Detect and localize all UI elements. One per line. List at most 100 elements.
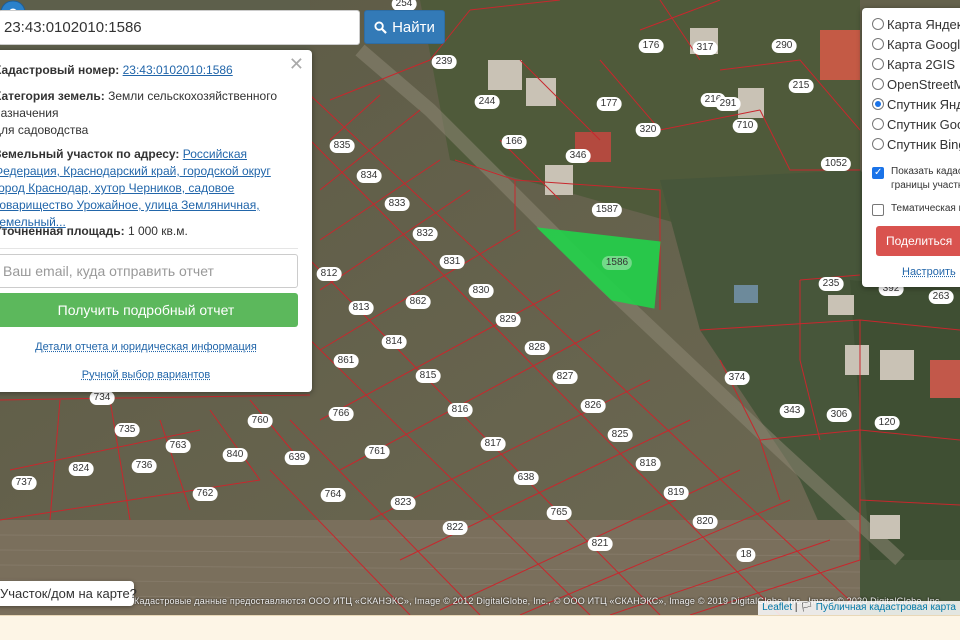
parcel-on-map-question[interactable]: Участок/дом на карте? (0, 581, 134, 606)
parcel-number-label[interactable]: 814 (382, 335, 407, 349)
parcel-number-label[interactable]: 821 (588, 537, 613, 551)
parcel-number-label[interactable]: 166 (502, 135, 527, 149)
parcel-number-label[interactable]: 830 (469, 284, 494, 298)
layer-option[interactable]: Спутник Bing (872, 135, 960, 153)
report-details-link[interactable]: Детали отчета и юридическая информация (0, 341, 298, 353)
area-label: Уточненная площадь: (0, 224, 125, 238)
parcel-number-label[interactable]: 1587 (592, 203, 622, 217)
parcel-number-label[interactable]: 828 (525, 341, 550, 355)
parcel-number-label[interactable]: 765 (547, 506, 572, 520)
layer-radio[interactable] (872, 118, 884, 130)
parcel-number-label[interactable]: 710 (733, 119, 758, 133)
parcel-number-label[interactable]: 832 (413, 227, 438, 241)
parcel-number-label[interactable]: 825 (608, 428, 633, 442)
parcel-number-label[interactable]: 762 (193, 487, 218, 501)
parcel-number-label[interactable]: 343 (780, 404, 805, 418)
search-button[interactable]: Найти (364, 10, 445, 44)
layer-option[interactable]: OpenStreetMap (872, 75, 960, 93)
parcel-number-label[interactable]: 831 (440, 255, 465, 269)
manual-selection-link[interactable]: Ручной выбор вариантов (0, 369, 298, 381)
parcel-number-label[interactable]: 813 (349, 301, 374, 315)
layer-option[interactable]: Карта Google (872, 35, 960, 53)
parcel-info-popup: ✕ Кадастровый номер: 23:43:0102010:1586 … (0, 50, 312, 392)
parcel-number-label[interactable]: 120 (875, 416, 900, 430)
parcel-number-label[interactable]: 239 (432, 55, 457, 69)
email-field[interactable]: Ваш email, куда отправить отчет (0, 254, 298, 288)
category-label: Категория земель: (0, 89, 105, 103)
parcel-number-label[interactable]: 1052 (821, 157, 851, 171)
share-button[interactable]: Поделиться (876, 226, 960, 256)
parcel-number-label[interactable]: 317 (693, 41, 718, 55)
parcel-number-label[interactable]: 818 (636, 457, 661, 471)
show-boundaries-label-line2: границы участков (891, 179, 960, 193)
layer-radio[interactable] (872, 18, 884, 30)
show-boundaries-checkbox[interactable] (872, 167, 884, 179)
parcel-number-label[interactable]: 374 (725, 371, 750, 385)
parcel-number-label[interactable]: 761 (365, 445, 390, 459)
layer-radio[interactable] (872, 58, 884, 70)
parcel-number-label[interactable]: 734 (90, 391, 115, 405)
area-row: Уточненная площадь: 1 000 кв.м. (0, 223, 296, 240)
parcel-number-label[interactable]: 291 (716, 97, 741, 111)
parcel-number-label[interactable]: 18 (736, 548, 755, 562)
parcel-number-label[interactable]: 829 (496, 313, 521, 327)
parcel-number-label[interactable]: 639 (285, 451, 310, 465)
parcel-number-label[interactable]: 833 (385, 197, 410, 211)
parcel-number-label[interactable]: 835 (330, 139, 355, 153)
parcel-number-label[interactable]: 215 (789, 79, 814, 93)
parcel-number-label[interactable]: 861 (334, 354, 359, 368)
address-row: Земельный участок по адресу: Российская … (0, 146, 296, 231)
parcel-number-label[interactable]: 824 (69, 462, 94, 476)
parcel-number-label[interactable]: 764 (321, 488, 346, 502)
parcel-number-label[interactable]: 819 (664, 486, 689, 500)
leaflet-link[interactable]: Leaflet (762, 602, 792, 613)
parcel-number-label[interactable]: 290 (772, 39, 797, 53)
get-report-button[interactable]: Получить подробный отчет (0, 293, 298, 327)
parcel-number-label[interactable]: 346 (566, 149, 591, 163)
parcel-number-label[interactable]: 177 (597, 97, 622, 111)
parcel-number-label[interactable]: 176 (639, 39, 664, 53)
thematic-map-label: Тематическая карта (891, 202, 960, 216)
layer-radio[interactable] (872, 78, 884, 90)
parcel-number-label[interactable]: 817 (481, 437, 506, 451)
parcel-number-label[interactable]: 815 (416, 369, 441, 383)
parcel-number-label[interactable]: 763 (166, 439, 191, 453)
layer-option-label: Карта Яндекс (887, 17, 960, 32)
parcel-number-label[interactable]: 812 (317, 267, 342, 281)
show-boundaries-label-line1: Показать кадастровые (891, 165, 960, 179)
parcel-number-label[interactable]: 244 (475, 95, 500, 109)
parcel-number-label[interactable]: 735 (115, 423, 140, 437)
cadastral-number-link[interactable]: 23:43:0102010:1586 (123, 63, 233, 77)
parcel-number-label[interactable]: 827 (553, 370, 578, 384)
parcel-number-label[interactable]: 834 (357, 169, 382, 183)
parcel-number-label[interactable]: 823 (391, 496, 416, 510)
layer-option[interactable]: Карта Яндекс (872, 15, 960, 33)
parcel-number-label[interactable]: 826 (581, 399, 606, 413)
parcel-number-label[interactable]: 760 (248, 414, 273, 428)
search-input[interactable]: 23:43:0102010:1586 (0, 10, 360, 45)
parcel-number-label[interactable]: 263 (929, 290, 954, 304)
layer-option[interactable]: Спутник Яндекс (872, 95, 960, 113)
layer-radio[interactable] (872, 98, 884, 110)
parcel-number-label[interactable]: 638 (514, 471, 539, 485)
layer-radio[interactable] (872, 138, 884, 150)
selected-parcel-label[interactable]: 1586 (602, 256, 632, 270)
parcel-number-label[interactable]: 822 (443, 521, 468, 535)
parcel-number-label[interactable]: 306 (827, 408, 852, 422)
layer-option[interactable]: Спутник Google (872, 115, 960, 133)
parcel-number-label[interactable]: 862 (406, 295, 431, 309)
parcel-number-label[interactable]: 766 (329, 407, 354, 421)
parcel-number-label[interactable]: 737 (12, 476, 37, 490)
divider (0, 248, 298, 249)
parcel-number-label[interactable]: 235 (819, 277, 844, 291)
parcel-number-label[interactable]: 816 (448, 403, 473, 417)
configure-link[interactable]: Настроить (902, 266, 956, 278)
parcel-number-label[interactable]: 840 (223, 448, 248, 462)
parcel-number-label[interactable]: 320 (636, 123, 661, 137)
public-map-link[interactable]: Публичная кадастровая карта (816, 602, 956, 613)
parcel-number-label[interactable]: 820 (693, 515, 718, 529)
parcel-number-label[interactable]: 736 (132, 459, 157, 473)
layer-radio[interactable] (872, 38, 884, 50)
layer-option[interactable]: Карта 2GIS (872, 55, 955, 73)
thematic-map-checkbox[interactable] (872, 204, 884, 216)
